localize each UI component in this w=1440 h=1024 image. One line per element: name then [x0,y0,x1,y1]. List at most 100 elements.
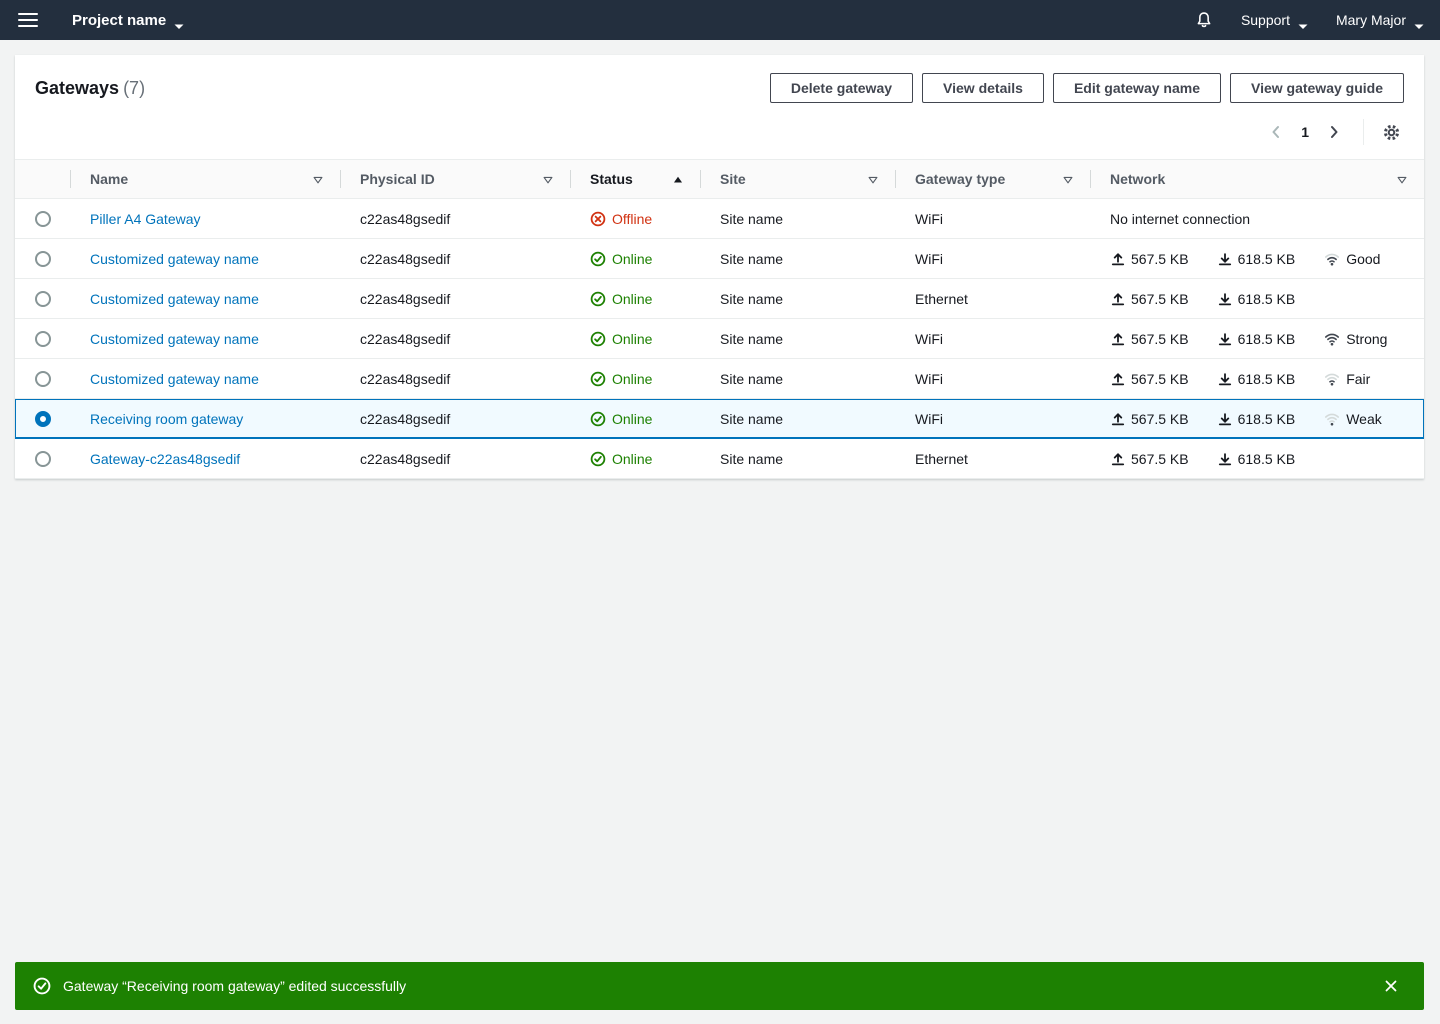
close-icon[interactable] [1376,971,1406,1001]
wifi-signal-icon [1323,331,1341,347]
status-cell: Offline [570,199,700,238]
project-name-menu[interactable]: Project name [72,12,184,29]
status-positive-icon [590,251,606,267]
hamburger-menu-icon[interactable] [18,13,38,27]
column-header-name[interactable]: Name [70,160,340,198]
gateway-name-link[interactable]: Customized gateway name [90,371,259,387]
download-amount-group: 618.5 KB [1217,291,1296,307]
upload-amount: 567.5 KB [1131,411,1189,427]
status-label: Offline [612,211,652,227]
site-name: Site name [700,239,895,278]
chevron-down-icon [1298,17,1308,23]
column-header-site[interactable]: Site [700,160,895,198]
status-label: Online [612,411,652,427]
site-name: Site name [700,279,895,318]
edit-gateway-name-button[interactable]: Edit gateway name [1053,73,1221,103]
row-select-radio[interactable] [35,251,51,267]
site-name: Site name [700,399,895,438]
download-amount-group: 618.5 KB [1217,371,1296,387]
gateway-name-link[interactable]: Customized gateway name [90,291,259,307]
gateway-name-link[interactable]: Customized gateway name [90,251,259,267]
sort-unsorted-icon[interactable] [312,173,324,185]
gateway-name-link[interactable]: Receiving room gateway [90,411,243,427]
wifi-strength-label-group: Fair [1323,371,1370,387]
table-row: Customized gateway name c22as48gsedif On… [15,359,1424,399]
gateway-type: WiFi [895,199,1090,238]
network-cell: 567.5 KB 618.5 KB Strong [1090,319,1424,358]
column-header-status[interactable]: Status [570,160,700,198]
support-label: Support [1241,12,1290,28]
download-icon [1217,291,1233,307]
upload-amount: 567.5 KB [1131,251,1189,267]
gateway-name-link[interactable]: Customized gateway name [90,331,259,347]
status-positive-icon [590,411,606,427]
physical-id: c22as48gsedif [340,359,570,398]
download-icon [1217,411,1233,427]
download-amount-group: 618.5 KB [1217,331,1296,347]
network-cell: 567.5 KB 618.5 KB Good [1090,239,1424,278]
bell-icon[interactable] [1195,11,1213,29]
sort-unsorted-icon[interactable] [1396,173,1408,185]
sort-unsorted-icon[interactable] [542,173,554,185]
chevron-down-icon [1414,17,1424,23]
upload-icon [1110,371,1126,387]
row-select-radio[interactable] [35,211,51,227]
row-select-radio[interactable] [35,331,51,347]
column-label: Status [590,171,672,187]
gateway-name-link[interactable]: Piller A4 Gateway [90,211,201,227]
download-amount: 618.5 KB [1238,331,1296,347]
download-amount-group: 618.5 KB [1217,451,1296,467]
upload-amount-group: 567.5 KB [1110,331,1189,347]
wifi-strength-label: Good [1346,251,1380,267]
item-count: (7) [123,78,145,98]
row-select-radio[interactable] [35,371,51,387]
upload-amount-group: 567.5 KB [1110,291,1189,307]
site-name: Site name [700,359,895,398]
download-icon [1217,451,1233,467]
download-icon [1217,251,1233,267]
site-name: Site name [700,199,895,238]
column-header-network[interactable]: Network [1090,160,1424,198]
column-label: Site [720,171,867,187]
network-cell: 567.5 KB618.5 KBWeak [1090,399,1424,438]
gear-icon[interactable] [1378,119,1404,145]
upload-amount: 567.5 KB [1131,451,1189,467]
upload-icon [1110,251,1126,267]
row-select-radio[interactable] [35,451,51,467]
status-cell: Online [570,319,700,358]
network-cell: 567.5 KB 618.5 KB [1090,439,1424,478]
wifi-strength-label: Strong [1346,331,1387,347]
column-header-gateway-type[interactable]: Gateway type [895,160,1090,198]
upload-icon [1110,451,1126,467]
network-cell: No internet connection [1090,199,1424,238]
download-amount-group: 618.5 KB [1217,251,1296,267]
chevron-right-icon[interactable] [1321,119,1347,145]
wifi-signal-icon [1323,411,1341,427]
physical-id: c22as48gsedif [340,399,570,438]
sort-unsorted-icon[interactable] [867,173,879,185]
page-number[interactable]: 1 [1299,124,1311,140]
user-menu[interactable]: Mary Major [1336,12,1424,28]
sort-unsorted-icon[interactable] [1062,173,1074,185]
gateway-type: Ethernet [895,279,1090,318]
delete-gateway-button[interactable]: Delete gateway [770,73,913,103]
status-label: Online [612,331,652,347]
upload-amount-group: 567.5 KB [1110,371,1189,387]
view-details-button[interactable]: View details [922,73,1044,103]
column-header-physical-id[interactable]: Physical ID [340,160,570,198]
gateway-name-link[interactable]: Gateway-c22as48gsedif [90,451,240,467]
sort-ascending-icon[interactable] [672,173,684,185]
gateway-type: WiFi [895,319,1090,358]
physical-id: c22as48gsedif [340,199,570,238]
gateway-type: WiFi [895,399,1090,438]
column-label: Name [90,171,312,187]
column-label: Gateway type [915,171,1062,187]
view-gateway-guide-button[interactable]: View gateway guide [1230,73,1404,103]
chevron-left-icon[interactable] [1263,119,1289,145]
physical-id: c22as48gsedif [340,439,570,478]
row-select-radio[interactable] [35,411,51,427]
network-cell: 567.5 KB 618.5 KB [1090,279,1424,318]
row-select-radio[interactable] [35,291,51,307]
support-menu[interactable]: Support [1241,12,1308,28]
table-row: Customized gateway name c22as48gsedif On… [15,239,1424,279]
